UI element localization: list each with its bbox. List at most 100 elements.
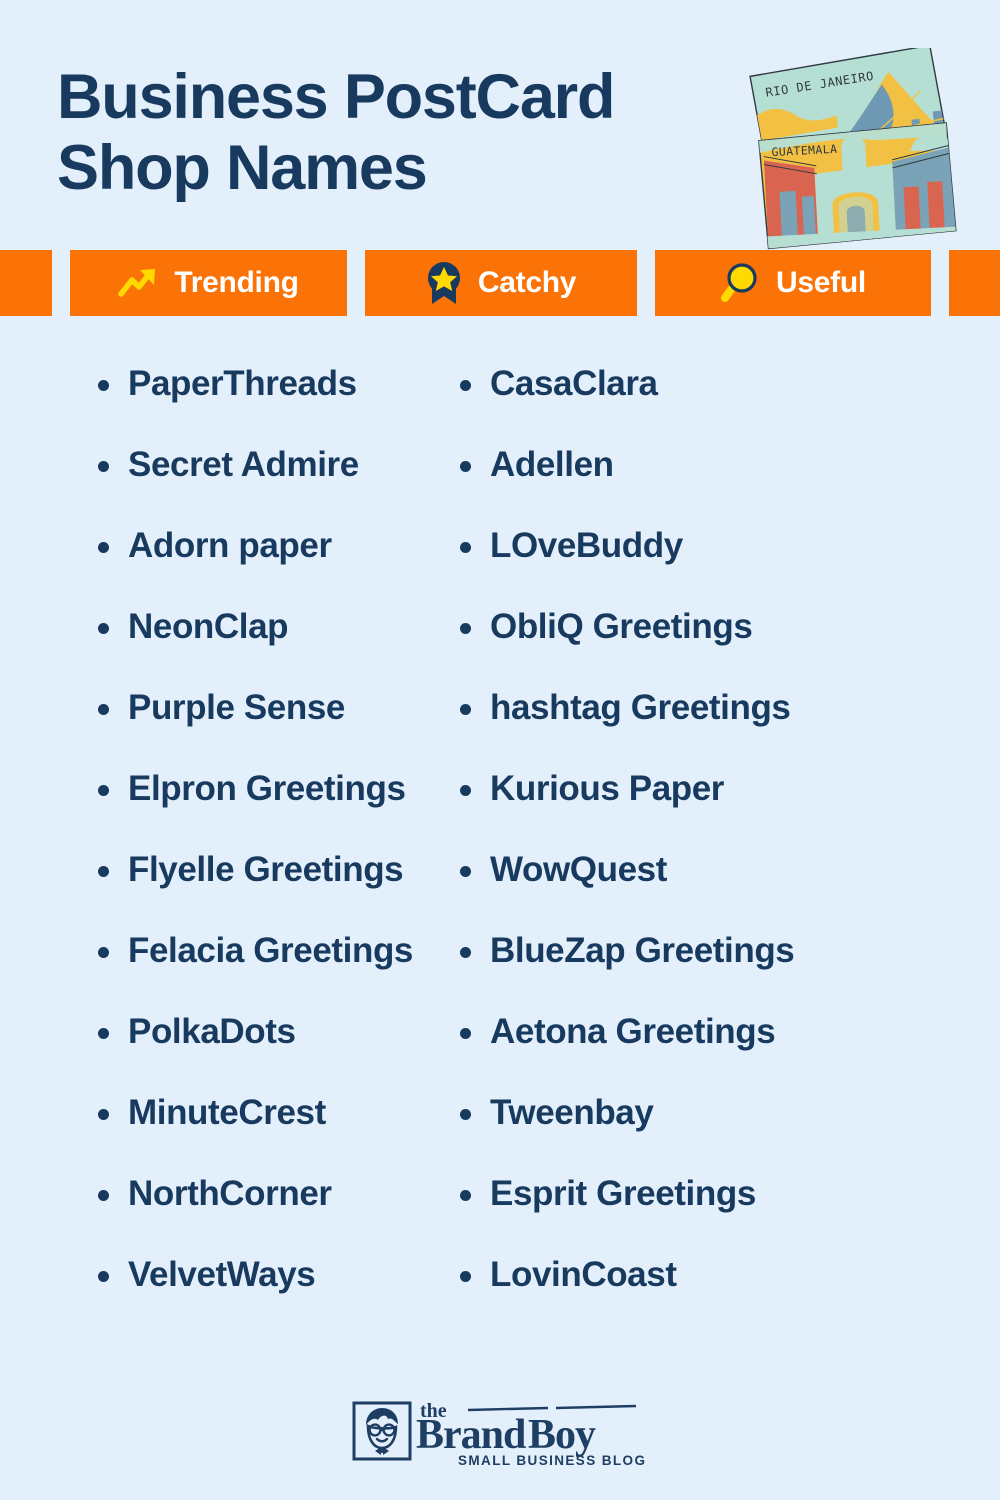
name-label: PolkaDots <box>128 1012 296 1051</box>
page-title-line-2: Shop Names <box>57 133 428 204</box>
list-item: Secret Admire <box>98 445 440 526</box>
name-label: ObliQ Greetings <box>490 607 753 646</box>
name-label: Adellen <box>490 445 614 484</box>
brandboy-logo[interactable]: the Brand Boy SMALL BUSINESS BLOG <box>350 1395 650 1478</box>
badge-useful-label: Useful <box>776 266 866 299</box>
badge-useful[interactable]: Useful <box>655 250 931 316</box>
bullet-icon <box>460 772 490 802</box>
list-item: PaperThreads <box>98 364 440 445</box>
list-item: BlueZap Greetings <box>460 931 1000 1012</box>
name-label: Flyelle Greetings <box>128 850 404 889</box>
list-item: Elpron Greetings <box>98 769 440 850</box>
page-title-line-1: Business PostCard <box>57 62 615 132</box>
badge-catchy[interactable]: Catchy <box>365 250 637 316</box>
strip-gap-3 <box>637 250 655 316</box>
list-item: MinuteCrest <box>98 1093 440 1174</box>
strip-cap-left <box>0 250 52 316</box>
postcards-svg: RIO DE JANEIRO GUATEMALA <box>749 44 957 250</box>
name-label: Aetona Greetings <box>490 1012 776 1051</box>
name-label: NorthCorner <box>128 1174 332 1213</box>
list-item: Adorn paper <box>98 526 440 607</box>
list-item: PolkaDots <box>98 1012 440 1093</box>
list-item: NorthCorner <box>98 1174 440 1255</box>
bullet-icon <box>98 448 128 478</box>
bullet-icon <box>98 1177 128 1207</box>
name-label: Purple Sense <box>128 688 345 727</box>
bullet-icon <box>460 934 490 964</box>
name-label: PaperThreads <box>128 364 357 403</box>
bullet-icon <box>98 934 128 964</box>
list-item: LovinCoast <box>460 1255 1000 1336</box>
bullet-icon <box>460 1177 490 1207</box>
page-title: Business PostCard Shop Names <box>57 62 777 204</box>
strip-cap-right <box>949 250 1000 316</box>
magnifying-glass-icon <box>720 262 760 304</box>
footer: the Brand Boy SMALL BUSINESS BLOG <box>0 1395 1000 1478</box>
badge-catchy-label: Catchy <box>477 266 577 299</box>
bullet-icon <box>460 448 490 478</box>
logo-tagline: SMALL BUSINESS BLOG <box>458 1453 646 1468</box>
list-item: VelvetWays <box>98 1255 440 1336</box>
bullet-icon <box>460 1258 490 1288</box>
name-label: WowQuest <box>490 850 667 889</box>
badge-trending-label: Trending <box>174 266 299 299</box>
name-label: Esprit Greetings <box>490 1174 756 1213</box>
bullet-icon <box>460 610 490 640</box>
strip-gap-1 <box>52 250 70 316</box>
badge-strip: Trending Catchy Useful <box>0 250 1000 316</box>
bullet-icon <box>460 367 490 397</box>
bullet-icon <box>98 610 128 640</box>
name-label: LovinCoast <box>490 1255 677 1294</box>
logo-boy: Boy <box>528 1412 596 1458</box>
list-item: Adellen <box>460 445 1000 526</box>
list-item: Esprit Greetings <box>460 1174 1000 1255</box>
list-item: LOveBuddy <box>460 526 1000 607</box>
name-label: LOveBuddy <box>490 526 683 565</box>
bullet-icon <box>460 853 490 883</box>
list-item: Kurious Paper <box>460 769 1000 850</box>
name-label: Felacia Greetings <box>128 931 413 970</box>
bullet-icon <box>98 691 128 721</box>
bullet-icon <box>460 1096 490 1126</box>
list-item: NeonClap <box>98 607 440 688</box>
strip-gap-4 <box>931 250 949 316</box>
name-label: Kurious Paper <box>490 769 725 808</box>
name-label: BlueZap Greetings <box>490 931 795 970</box>
list-item: Flyelle Greetings <box>98 850 440 931</box>
postcard-guatemala: GUATEMALA <box>758 122 957 250</box>
bullet-icon <box>98 772 128 802</box>
name-label: hashtag Greetings <box>490 688 791 727</box>
bullet-icon <box>98 853 128 883</box>
name-label: VelvetWays <box>128 1255 316 1294</box>
brandboy-logo-svg: the Brand Boy SMALL BUSINESS BLOG <box>352 1400 646 1468</box>
list-item: CasaClara <box>460 364 1000 445</box>
bullet-icon <box>460 529 490 559</box>
trending-up-icon <box>118 267 158 300</box>
name-list-right-column: CasaClara Adellen LOveBuddy ObliQ Greeti… <box>440 364 1000 1336</box>
postcards-illustration: RIO DE JANEIRO GUATEMALA <box>742 44 957 253</box>
list-item: Aetona Greetings <box>460 1012 1000 1093</box>
list-item: ObliQ Greetings <box>460 607 1000 688</box>
bullet-icon <box>460 691 490 721</box>
bullet-icon <box>98 529 128 559</box>
name-label: Elpron Greetings <box>128 769 406 808</box>
name-lists: PaperThreads Secret Admire Adorn paper N… <box>0 316 1000 1336</box>
name-label: MinuteCrest <box>128 1093 326 1132</box>
brandboy-face-icon <box>352 1401 412 1461</box>
bullet-icon <box>98 1096 128 1126</box>
bullet-icon <box>98 367 128 397</box>
badge-trending[interactable]: Trending <box>70 250 347 316</box>
name-label: Secret Admire <box>128 445 359 484</box>
header: Business PostCard Shop Names RIO DE JANE… <box>0 0 1000 250</box>
logo-brand: Brand <box>416 1412 526 1458</box>
award-ribbon-star-icon <box>426 261 462 305</box>
bullet-icon <box>460 1015 490 1045</box>
name-label: Adorn paper <box>128 526 332 565</box>
name-label: NeonClap <box>128 607 289 646</box>
name-list-left-column: PaperThreads Secret Admire Adorn paper N… <box>0 364 440 1336</box>
list-item: Purple Sense <box>98 688 440 769</box>
bullet-icon <box>98 1258 128 1288</box>
list-item: hashtag Greetings <box>460 688 1000 769</box>
bullet-icon <box>98 1015 128 1045</box>
list-item: WowQuest <box>460 850 1000 931</box>
